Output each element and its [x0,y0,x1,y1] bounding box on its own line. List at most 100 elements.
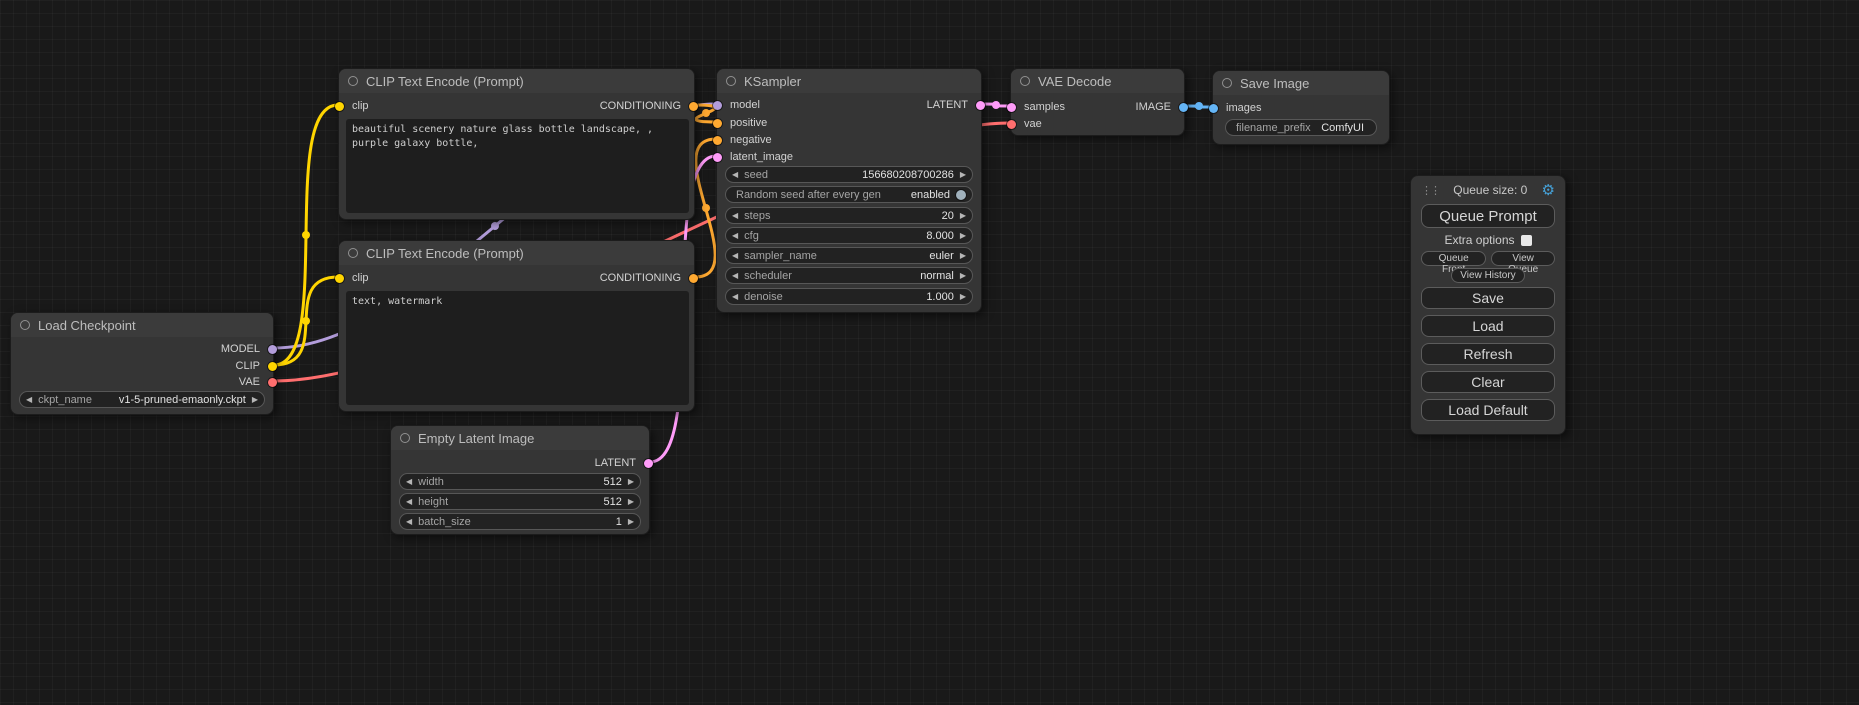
node-save-image-titlebar[interactable]: Save Image [1213,71,1389,95]
positive-prompt-textarea[interactable]: beautiful scenery nature glass bottle la… [346,119,689,213]
input-port-clip[interactable] [335,274,344,283]
view-queue-button[interactable]: View Queue [1491,251,1555,266]
denoise-widget[interactable]: ◀ denoise 1.000 ▶ [725,288,973,305]
input-port-samples[interactable] [1007,103,1016,112]
negative-prompt-textarea[interactable]: text, watermark [346,291,689,405]
widget-value: v1-5-pruned-emaonly.ckpt [119,394,246,406]
steps-widget[interactable]: ◀ steps 20 ▶ [725,207,973,224]
widget-value: 8.000 [926,230,954,242]
output-port-latent[interactable] [976,101,985,110]
node-ksampler-titlebar[interactable]: KSampler [717,69,981,93]
collapse-dot-icon[interactable] [348,76,358,86]
output-port-conditioning[interactable] [689,102,698,111]
increment-arrow-icon[interactable]: ▶ [628,478,634,486]
increment-arrow-icon[interactable]: ▶ [960,212,966,220]
node-title: Load Checkpoint [38,318,136,333]
decrement-arrow-icon[interactable]: ◀ [732,293,738,301]
output-port-clip[interactable] [268,362,277,371]
input-label-clip: clip [352,100,369,112]
save-button[interactable]: Save [1421,287,1555,309]
increment-arrow-icon[interactable]: ▶ [960,232,966,240]
input-label-latent-image: latent_image [730,151,793,163]
load-button[interactable]: Load [1421,315,1555,337]
refresh-button[interactable]: Refresh [1421,343,1555,365]
cfg-widget[interactable]: ◀ cfg 8.000 ▶ [725,227,973,244]
collapse-dot-icon[interactable] [20,320,30,330]
decrement-arrow-icon[interactable]: ◀ [732,252,738,260]
collapse-dot-icon[interactable] [1222,78,1232,88]
drag-handle-icon[interactable]: ⋮⋮ [1421,184,1439,197]
node-ksampler: KSampler model positive negative latent_… [716,68,982,313]
widget-label: width [418,476,444,488]
decrement-arrow-icon[interactable]: ◀ [732,232,738,240]
output-label-conditioning: CONDITIONING [600,100,681,112]
collapse-dot-icon[interactable] [726,76,736,86]
node-save-image: Save Image images filename_prefix ComfyU… [1212,70,1390,145]
clear-button[interactable]: Clear [1421,371,1555,393]
node-title: VAE Decode [1038,74,1111,89]
increment-arrow-icon[interactable]: ▶ [252,396,258,404]
node-load-checkpoint-titlebar[interactable]: Load Checkpoint [11,313,273,337]
output-port-latent[interactable] [644,459,653,468]
decrement-arrow-icon[interactable]: ◀ [406,498,412,506]
node-empty-latent-titlebar[interactable]: Empty Latent Image [391,426,649,450]
widget-label: ckpt_name [38,394,92,406]
collapse-dot-icon[interactable] [400,433,410,443]
height-widget[interactable]: ◀ height 512 ▶ [399,493,641,510]
random-seed-toggle-icon[interactable] [956,190,966,200]
ckpt-name-widget[interactable]: ◀ ckpt_name v1-5-pruned-emaonly.ckpt ▶ [19,391,265,408]
increment-arrow-icon[interactable]: ▶ [960,293,966,301]
node-clip-positive-titlebar[interactable]: CLIP Text Encode (Prompt) [339,69,694,93]
output-port-image[interactable] [1179,103,1188,112]
view-history-button[interactable]: View History [1451,268,1524,283]
node-vae-decode-titlebar[interactable]: VAE Decode [1011,69,1184,93]
settings-gear-icon[interactable]: ⚙ [1542,183,1555,198]
scheduler-widget[interactable]: ◀ scheduler normal ▶ [725,267,973,284]
batch-size-widget[interactable]: ◀ batch_size 1 ▶ [399,513,641,530]
collapse-dot-icon[interactable] [1020,76,1030,86]
queue-prompt-button[interactable]: Queue Prompt [1421,204,1555,228]
input-port-latent-image[interactable] [713,153,722,162]
decrement-arrow-icon[interactable]: ◀ [732,272,738,280]
output-port-vae[interactable] [268,378,277,387]
queue-front-button[interactable]: Queue Front [1421,251,1486,266]
width-widget[interactable]: ◀ width 512 ▶ [399,473,641,490]
seed-widget[interactable]: ◀ seed 156680208700286 ▶ [725,166,973,183]
input-port-positive[interactable] [713,119,722,128]
wire-dot-positive-conditioning [702,109,710,117]
wire-dot-samples [992,101,1000,109]
increment-arrow-icon[interactable]: ▶ [960,171,966,179]
wire-dot-clip-negative [302,317,310,325]
output-slot-latent: LATENT [595,456,636,470]
random-seed-widget[interactable]: Random seed after every gen enabled [725,186,973,203]
output-label-vae: VAE [239,376,260,388]
output-port-model[interactable] [268,345,277,354]
decrement-arrow-icon[interactable]: ◀ [732,212,738,220]
input-port-images[interactable] [1209,104,1218,113]
decrement-arrow-icon[interactable]: ◀ [26,396,32,404]
sampler-name-widget[interactable]: ◀ sampler_name euler ▶ [725,247,973,264]
increment-arrow-icon[interactable]: ▶ [628,498,634,506]
decrement-arrow-icon[interactable]: ◀ [406,478,412,486]
increment-arrow-icon[interactable]: ▶ [960,252,966,260]
increment-arrow-icon[interactable]: ▶ [628,518,634,526]
input-slot-clip: clip [352,271,369,285]
decrement-arrow-icon[interactable]: ◀ [732,171,738,179]
node-title: Save Image [1240,76,1309,91]
input-port-negative[interactable] [713,136,722,145]
input-port-vae[interactable] [1007,120,1016,129]
increment-arrow-icon[interactable]: ▶ [960,272,966,280]
output-label-model: MODEL [221,343,260,355]
decrement-arrow-icon[interactable]: ◀ [406,518,412,526]
extra-options-checkbox[interactable] [1521,235,1532,246]
collapse-dot-icon[interactable] [348,248,358,258]
queue-size-label: Queue size: 0 [1439,183,1542,197]
input-slot-positive: positive [730,116,767,130]
input-port-clip[interactable] [335,102,344,111]
output-port-conditioning[interactable] [689,274,698,283]
node-graph-canvas[interactable]: Load Checkpoint MODEL CLIP VAE ◀ ckpt_na… [0,0,1859,705]
load-default-button[interactable]: Load Default [1421,399,1555,421]
input-port-model[interactable] [713,101,722,110]
filename-prefix-widget[interactable]: filename_prefix ComfyUI [1225,119,1377,136]
node-clip-negative-titlebar[interactable]: CLIP Text Encode (Prompt) [339,241,694,265]
